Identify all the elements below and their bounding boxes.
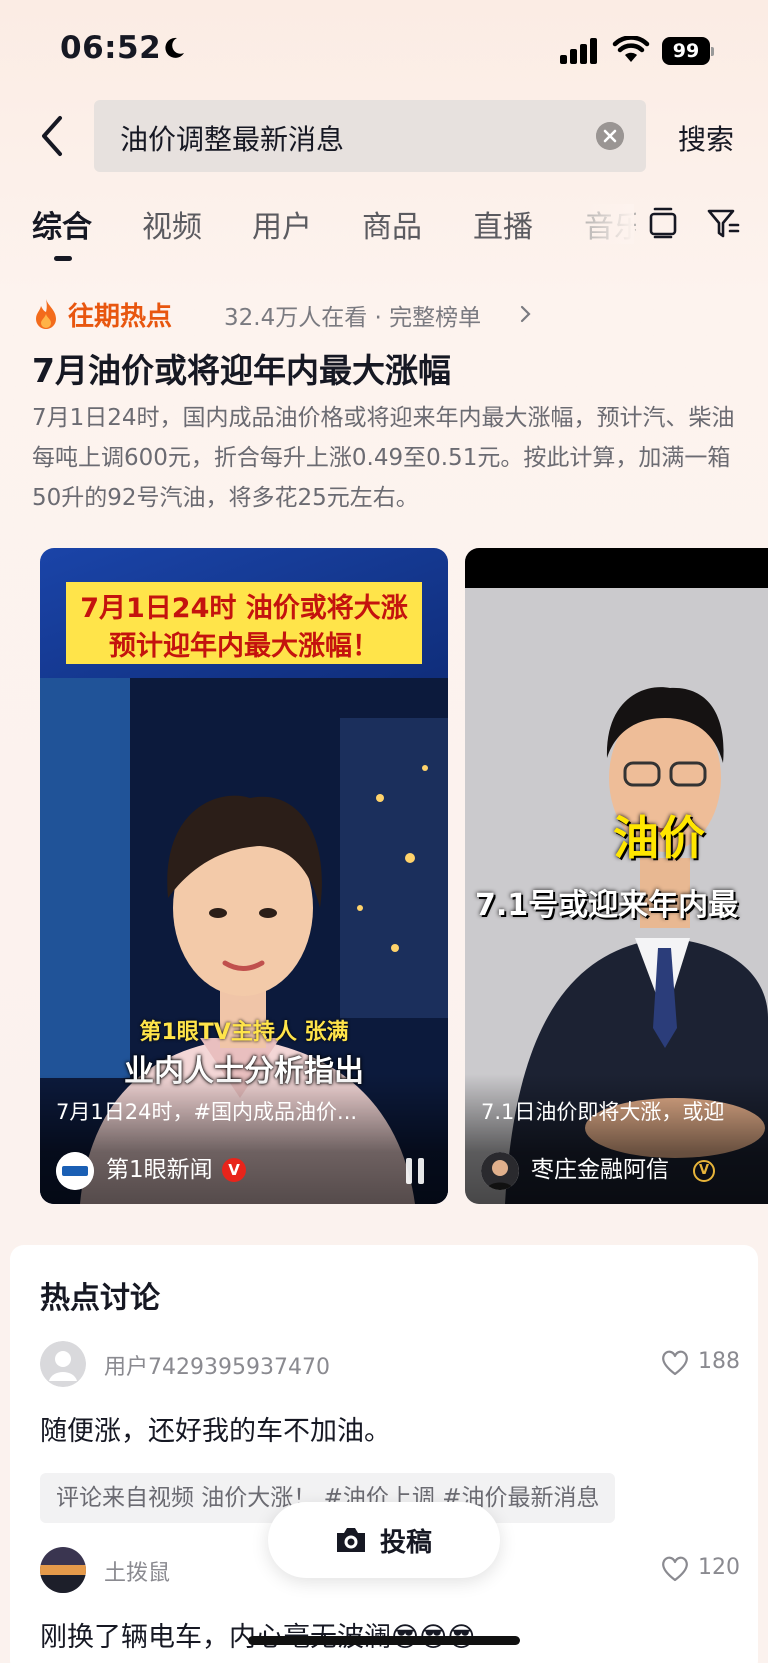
back-arrow-icon[interactable] bbox=[32, 110, 72, 162]
tab-live[interactable]: 直播 bbox=[473, 202, 533, 246]
news-logo-icon bbox=[56, 1152, 94, 1190]
wifi-icon bbox=[612, 36, 650, 62]
verified-badge-icon: V bbox=[222, 1158, 246, 1182]
author-avatar-2[interactable] bbox=[481, 1152, 519, 1190]
video-2-subtitle-overlay: 7.1号或迎来年内最 bbox=[475, 888, 739, 923]
video-author-name[interactable]: 第1眼新闻 bbox=[106, 1150, 213, 1184]
pause-icon[interactable] bbox=[406, 1158, 426, 1184]
author-photo-icon bbox=[481, 1152, 519, 1190]
search-query-text[interactable]: 油价调整最新消息 bbox=[120, 118, 344, 158]
video-caption-line-1: 7月1日24时 油价或将大涨 bbox=[80, 593, 408, 624]
video-overlay-presenter: 第1眼TV主持人 张满 bbox=[139, 1020, 349, 1045]
video-2-title-overlay: 油价 bbox=[613, 811, 705, 865]
search-button[interactable]: 搜索 bbox=[678, 118, 734, 158]
heart-icon[interactable] bbox=[660, 1349, 690, 1377]
filter-icon[interactable] bbox=[706, 206, 740, 240]
video-caption-line-2: 预计迎年内最大涨幅！ bbox=[109, 631, 379, 662]
tab-users[interactable]: 用户 bbox=[252, 202, 312, 246]
discussion-title: 热点讨论 bbox=[40, 1281, 160, 1316]
hot-topic-description: 7月1日24时，国内成品油价格或将迎来年内最大涨幅，预计汽、柴油每吨上调600元… bbox=[32, 405, 735, 511]
user-avatar[interactable] bbox=[40, 1547, 86, 1593]
sunset-avatar-icon bbox=[40, 1547, 86, 1593]
camera-icon bbox=[337, 1528, 365, 1552]
comment-text: 刚换了辆电车，内心毫无波澜😎😎😎 bbox=[40, 1615, 475, 1654]
hot-discussion-card: 热点讨论 用户7429395937470 188 随便涨，还好我的车不加油。 评… bbox=[10, 1245, 758, 1663]
video-2-description: 7.1日油价即将大涨，或迎 bbox=[481, 1100, 725, 1124]
tab-products[interactable]: 商品 bbox=[362, 202, 422, 246]
default-avatar-icon[interactable] bbox=[40, 1341, 86, 1387]
clear-search-icon[interactable] bbox=[596, 122, 624, 150]
comment-username[interactable]: 用户7429395937470 bbox=[104, 1349, 330, 1381]
heart-icon[interactable] bbox=[660, 1555, 690, 1583]
like-count: 120 bbox=[698, 1555, 740, 1580]
moon-icon bbox=[165, 37, 184, 58]
hot-topic-label: 往期热点 bbox=[68, 302, 173, 332]
hot-topic-meta[interactable]: 32.4万人在看 · 完整榜单 bbox=[224, 298, 481, 332]
video-caption-banner: 7月1日24时 油价或将大涨 预计迎年内最大涨幅！ bbox=[66, 582, 422, 664]
video-card-1[interactable]: 7月1日24时 油价或将大涨 预计迎年内最大涨幅！ 第1眼TV主持人 张满 业内… bbox=[40, 548, 448, 1204]
fire-icon bbox=[36, 299, 56, 329]
status-bar: 06:52 99 bbox=[0, 0, 768, 100]
comment-text: 随便涨，还好我的车不加油。 bbox=[40, 1416, 391, 1447]
battery-level: 99 bbox=[662, 37, 710, 65]
like-count: 188 bbox=[698, 1349, 740, 1374]
verified-gold-badge-icon: V bbox=[693, 1160, 715, 1182]
post-button-label: 投稿 bbox=[380, 1528, 433, 1558]
post-button[interactable]: 投稿 bbox=[268, 1502, 500, 1578]
hot-topic-title[interactable]: 7月油价或将迎年内最大涨幅 bbox=[32, 344, 451, 392]
signal-icon bbox=[560, 38, 600, 64]
active-tab-indicator bbox=[54, 256, 72, 261]
comment-username[interactable]: 土拨鼠 bbox=[104, 1555, 170, 1587]
video-2-author-name[interactable]: 枣庄金融阿信 bbox=[531, 1150, 669, 1184]
status-time: 06:52 bbox=[60, 30, 162, 66]
layout-toggle-icon[interactable] bbox=[648, 206, 678, 240]
tab-video[interactable]: 视频 bbox=[142, 202, 202, 246]
tab-comprehensive[interactable]: 综合 bbox=[32, 202, 92, 246]
battery-icon: 99 bbox=[662, 37, 714, 65]
video-description: 7月1日24时，#国内成品油价... bbox=[56, 1100, 358, 1124]
search-input[interactable]: 油价调整最新消息 bbox=[94, 100, 646, 172]
author-avatar[interactable] bbox=[56, 1152, 94, 1190]
video-card-2[interactable]: 油价 7.1号或迎来年内最 7.1日油价即将大涨，或迎 枣庄金融阿信 V bbox=[465, 548, 768, 1204]
chevron-right-icon[interactable] bbox=[518, 304, 532, 324]
home-indicator[interactable] bbox=[248, 1636, 520, 1645]
